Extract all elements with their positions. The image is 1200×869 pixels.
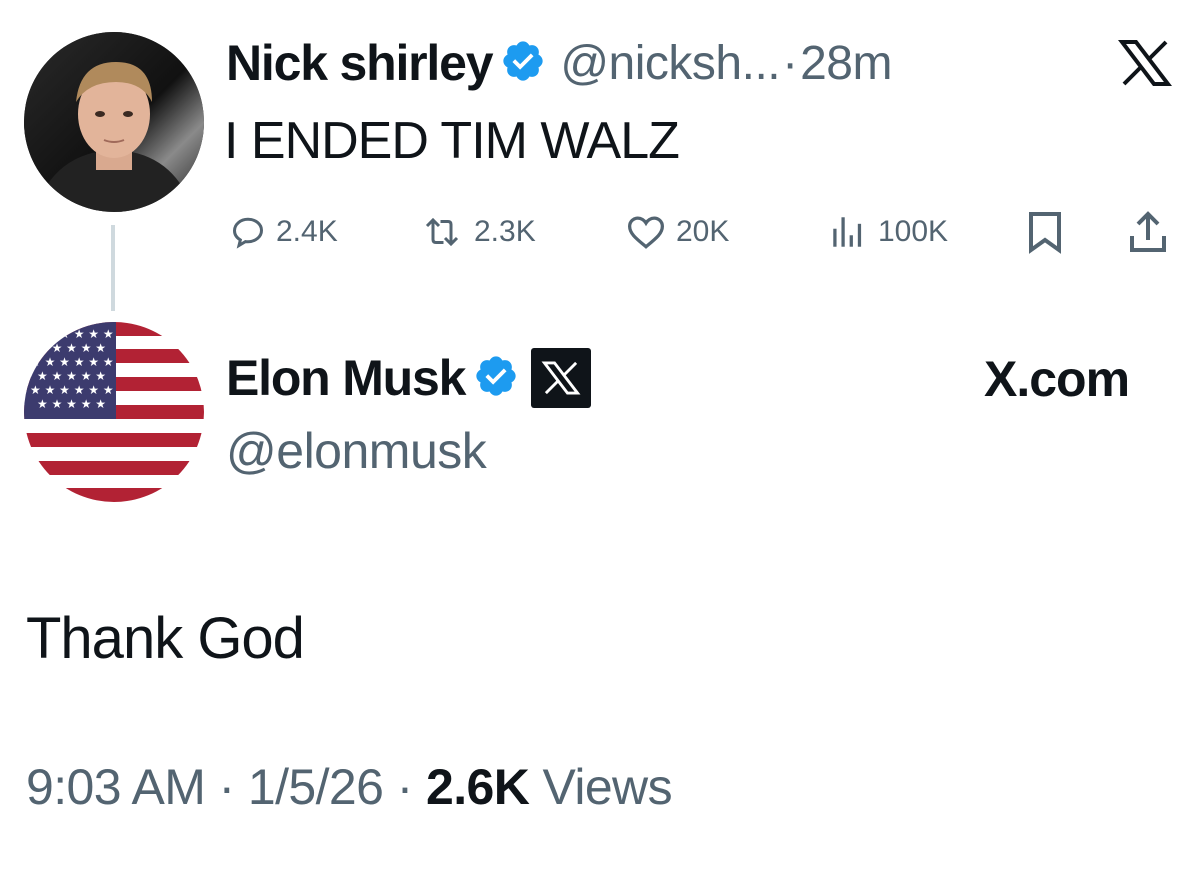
bookmark-icon bbox=[1029, 212, 1061, 254]
repost-count: 2.3K bbox=[474, 215, 536, 248]
repost-icon bbox=[425, 217, 459, 247]
repost-button[interactable]: 2.3K bbox=[420, 207, 536, 257]
xcom-link[interactable]: X.com bbox=[984, 350, 1130, 408]
like-count: 20K bbox=[676, 215, 730, 248]
thread-connector-line bbox=[111, 225, 115, 311]
parent-tweet-time[interactable]: 28m bbox=[800, 36, 892, 91]
like-button[interactable]: 20K bbox=[626, 207, 729, 257]
reply-icon bbox=[232, 217, 264, 249]
parent-tweet-header: Nick shirley @nicksh... · 28m bbox=[226, 30, 892, 96]
parent-tweet-text: I ENDED TIM WALZ bbox=[224, 112, 680, 170]
svg-text:★ ★ ★ ★ ★ ★: ★ ★ ★ ★ ★ ★ bbox=[30, 355, 114, 369]
meta-separator: · bbox=[396, 759, 414, 815]
header-separator: · bbox=[782, 36, 799, 90]
tweet-time[interactable]: 9:03 AM bbox=[26, 759, 206, 815]
reply-tweet-text: Thank God bbox=[26, 606, 305, 671]
meta-separator: · bbox=[218, 759, 236, 815]
reply-author-name[interactable]: Elon Musk bbox=[226, 349, 466, 407]
x-affiliation-badge-icon bbox=[531, 348, 592, 408]
reply-author-row: Elon Musk bbox=[226, 346, 592, 410]
analytics-icon bbox=[833, 217, 862, 247]
svg-text:★ ★ ★ ★ ★: ★ ★ ★ ★ ★ bbox=[37, 397, 106, 411]
verified-badge-icon bbox=[500, 38, 546, 89]
verified-badge-icon bbox=[473, 353, 519, 404]
svg-text:★ ★ ★ ★ ★ ★: ★ ★ ★ ★ ★ ★ bbox=[30, 327, 114, 341]
parent-author-name[interactable]: Nick shirley bbox=[226, 34, 494, 92]
reply-author-handle[interactable]: @elonmusk bbox=[226, 422, 487, 480]
heart-icon bbox=[627, 216, 665, 249]
parent-author-avatar[interactable] bbox=[24, 32, 204, 212]
parent-author-handle[interactable]: @nicksh... bbox=[560, 36, 780, 91]
reply-button[interactable]: 2.4K bbox=[230, 207, 338, 257]
x-logo-icon bbox=[1117, 38, 1173, 93]
svg-text:★ ★ ★ ★ ★: ★ ★ ★ ★ ★ bbox=[37, 369, 106, 383]
share-button[interactable] bbox=[1128, 210, 1168, 259]
views-button[interactable]: 100K bbox=[828, 207, 948, 257]
tweet-views-count: 2.6K bbox=[425, 759, 530, 815]
views-count: 100K bbox=[878, 215, 949, 248]
tweet-views-label: Views bbox=[542, 759, 673, 815]
tweet-meta-line: 9:03 AM · 1/5/26 · 2.6K Views bbox=[26, 758, 673, 816]
bookmark-button[interactable] bbox=[1027, 210, 1063, 259]
reply-count: 2.4K bbox=[276, 215, 338, 248]
svg-text:★ ★ ★ ★ ★: ★ ★ ★ ★ ★ bbox=[37, 341, 106, 355]
svg-text:★ ★ ★ ★ ★ ★: ★ ★ ★ ★ ★ ★ bbox=[30, 383, 114, 397]
share-icon bbox=[1130, 211, 1166, 252]
tweet-date[interactable]: 1/5/26 bbox=[248, 759, 384, 815]
reply-author-avatar[interactable]: ★ ★ ★ ★ ★ ★ ★ ★ ★ ★ ★ ★ ★ ★ ★ ★ ★ ★ ★ ★ … bbox=[24, 322, 204, 502]
